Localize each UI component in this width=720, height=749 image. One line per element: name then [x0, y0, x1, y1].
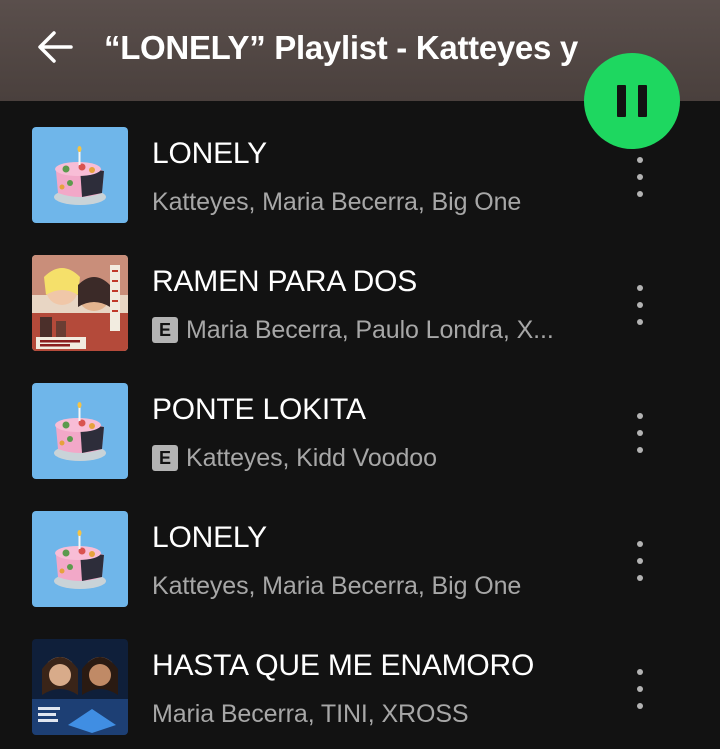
album-art — [32, 639, 128, 735]
album-art — [32, 511, 128, 607]
track-title: LONELY — [152, 137, 267, 170]
back-button[interactable] — [30, 22, 80, 72]
track-title: LONELY — [152, 521, 267, 554]
track-title: HASTA QUE ME ENAMORO — [152, 649, 535, 682]
album-art — [32, 255, 128, 351]
track-title: PONTE LOKITA — [152, 393, 366, 426]
more-options-icon[interactable] — [622, 531, 658, 591]
more-options-icon[interactable] — [622, 275, 658, 335]
track-title: RAMEN PARA DOS — [152, 265, 418, 298]
track-artists: Katteyes, Maria Becerra, Big One — [152, 571, 522, 600]
pause-icon — [617, 85, 647, 117]
arrow-left-icon — [38, 31, 73, 63]
page-title: “LONELY” Playlist - Katteyes y — [104, 29, 578, 66]
track-row[interactable]: RAMEN PARA DOS E Maria Becerra, Paulo Lo… — [0, 229, 720, 357]
track-row[interactable]: PONTE LOKITA E Katteyes, Kidd Voodoo — [0, 357, 720, 485]
more-options-icon[interactable] — [622, 659, 658, 719]
track-artists: Katteyes, Maria Becerra, Big One — [152, 187, 522, 216]
track-row[interactable]: LONELY Katteyes, Maria Becerra, Big One — [0, 485, 720, 613]
track-artists: Katteyes, Kidd Voodoo — [186, 443, 437, 472]
track-artists: Maria Becerra, Paulo Londra, X... — [186, 315, 554, 344]
album-art — [32, 127, 128, 223]
track-artists: Maria Becerra, TINI, XROSS — [152, 699, 469, 728]
track-row[interactable]: HASTA QUE ME ENAMORO Maria Becerra, TINI… — [0, 613, 720, 741]
explicit-badge: E — [152, 317, 178, 343]
album-art — [32, 383, 128, 479]
pause-button[interactable] — [584, 53, 680, 149]
more-options-icon[interactable] — [622, 403, 658, 463]
explicit-badge: E — [152, 445, 178, 471]
more-options-icon[interactable] — [622, 147, 658, 207]
